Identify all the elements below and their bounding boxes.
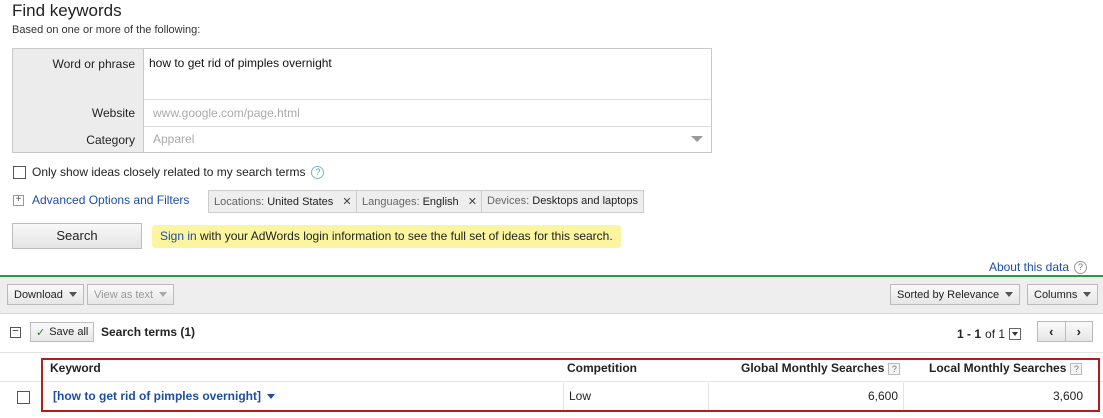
previous-page-button[interactable]: ‹	[1038, 322, 1066, 341]
save-all-label: Save all	[49, 326, 89, 338]
pager-total: of 1	[985, 327, 1006, 341]
save-all-button[interactable]: ✓ Save all	[30, 322, 95, 342]
chip-value: United States	[267, 196, 334, 208]
only-show-checkbox[interactable]	[13, 165, 26, 179]
view-as-text-button[interactable]: View as text	[87, 284, 175, 305]
category-select[interactable]: Apparel	[144, 127, 711, 152]
sort-label: Sorted by Relevance	[897, 288, 1000, 301]
chip-prefix: Languages:	[362, 196, 420, 208]
search-button[interactable]: Search	[12, 223, 142, 249]
chevron-down-icon	[1083, 292, 1092, 297]
language-filter-chip: Languages: English ✕	[356, 190, 483, 213]
download-label: Download	[14, 288, 63, 301]
chip-value: Desktops and laptops	[532, 195, 639, 207]
form-labels-column: Word or phrase Website Category	[13, 49, 144, 152]
help-icon[interactable]: ?	[1074, 260, 1087, 274]
collapse-minus-icon[interactable]: −	[10, 326, 21, 338]
chip-prefix: Locations:	[214, 196, 265, 208]
category-select-value: Apparel	[153, 132, 195, 146]
row-checkbox[interactable]	[17, 391, 30, 404]
columns-dropdown[interactable]: Columns	[1027, 284, 1099, 305]
word-or-phrase-label: Word or phrase	[52, 57, 135, 71]
search-terms-title: Search terms (1)	[101, 325, 196, 339]
pager-dropdown-icon[interactable]	[1009, 328, 1022, 340]
chevron-down-icon	[68, 292, 77, 297]
chip-value: English	[422, 196, 459, 208]
remove-icon[interactable]: ✕	[342, 196, 351, 208]
advanced-options-link[interactable]: Advanced Options and Filters	[32, 193, 189, 207]
only-show-label: Only show ideas closely related to my se…	[32, 165, 306, 179]
chevron-down-icon	[691, 136, 703, 142]
location-filter-chip: Locations: United States ✕	[208, 190, 358, 213]
sort-dropdown[interactable]: Sorted by Relevance	[890, 284, 1021, 305]
sign-in-link[interactable]: Sign in	[160, 229, 197, 243]
remove-icon[interactable]: ✕	[468, 196, 477, 208]
only-show-option: Only show ideas closely related to my se…	[13, 165, 325, 179]
keyword-form: Word or phrase Website Category how to g…	[12, 48, 712, 153]
website-input[interactable]: www.google.com/page.html	[144, 100, 711, 127]
device-filter-chip: Devices: Desktops and laptops	[481, 190, 645, 213]
checkmark-icon: ✓	[36, 326, 46, 339]
pager: 1 - 1 of 1	[957, 327, 1022, 341]
page-title: Find keywords	[12, 1, 122, 20]
pager-range: 1 - 1	[957, 327, 982, 341]
columns-label: Columns	[1034, 288, 1078, 301]
website-label: Website	[91, 106, 135, 120]
expand-plus-icon[interactable]: +	[13, 194, 24, 206]
category-label: Category	[86, 133, 135, 147]
page-navigation: ‹ ›	[1037, 321, 1093, 342]
view-as-text-label: View as text	[94, 288, 154, 301]
about-this-data: About this data ?	[989, 260, 1087, 274]
advanced-options: + Advanced Options and Filters	[13, 193, 189, 207]
about-this-data-link[interactable]: About this data	[989, 260, 1069, 274]
chevron-down-icon	[1005, 292, 1014, 297]
sign-in-notice-text: with your AdWords login information to s…	[196, 229, 613, 243]
chevron-down-icon	[159, 292, 168, 297]
help-icon[interactable]: ?	[311, 165, 325, 179]
results-toolbar: Download View as text Sorted by Relevanc…	[0, 277, 1103, 314]
next-page-button[interactable]: ›	[1066, 322, 1093, 341]
page-subtitle: Based on one or more of the following:	[12, 24, 201, 36]
sign-in-notice: Sign in with your AdWords login informat…	[152, 225, 621, 248]
chip-prefix: Devices:	[487, 195, 530, 207]
download-button[interactable]: Download	[7, 284, 84, 305]
word-or-phrase-input[interactable]: how to get rid of pimples overnight	[144, 49, 711, 100]
highlight-annotation-box	[41, 358, 1100, 412]
